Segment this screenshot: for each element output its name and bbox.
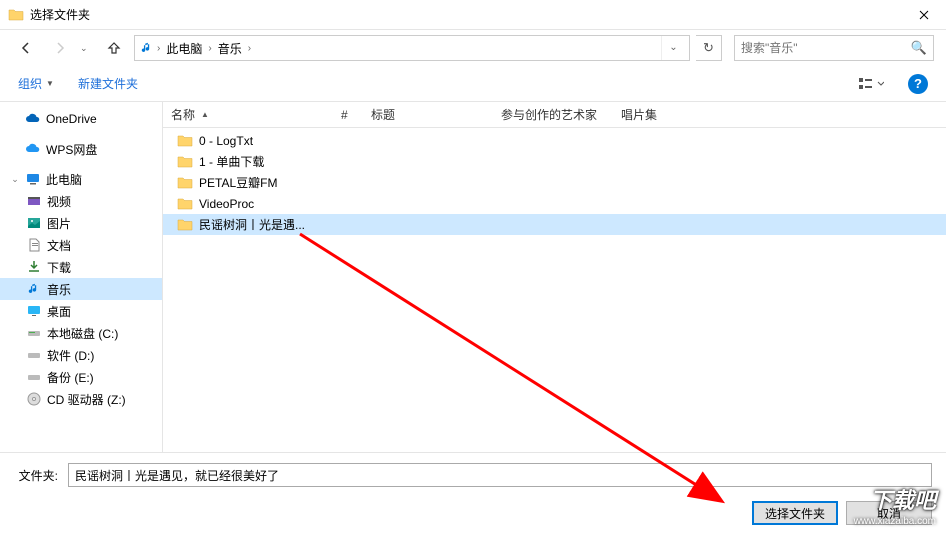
file-row-selected[interactable]: 民谣树洞丨光是遇... [163,214,946,235]
chevron-right-icon: › [246,43,253,54]
video-icon [26,193,42,209]
folder-label: 文件夹: [14,467,58,484]
address-bar[interactable]: › 此电脑 › 音乐 › ⌄ [134,35,690,61]
back-button[interactable] [12,34,40,62]
tree-label: 此电脑 [46,171,82,188]
computer-icon [25,171,41,187]
address-dropdown[interactable]: ⌄ [661,36,685,60]
drive-icon [26,325,42,341]
file-row[interactable]: VideoProc [163,193,946,214]
up-button[interactable] [100,34,128,62]
documents-icon [26,237,42,253]
tree-label: 音乐 [47,281,71,298]
tree-drive-c[interactable]: 本地磁盘 (C:) [0,322,162,344]
music-icon [139,40,155,56]
file-name: PETAL豆瓣FM [199,174,277,191]
tree-onedrive[interactable]: OneDrive [0,108,162,130]
tree-music[interactable]: 音乐 [0,278,162,300]
file-name: 1 - 单曲下载 [199,153,264,170]
organize-menu[interactable]: 组织 ▼ [18,75,54,92]
select-folder-button[interactable]: 选择文件夹 [752,501,838,525]
breadcrumb-thispc[interactable]: 此电脑 [162,40,206,57]
new-folder-label: 新建文件夹 [78,75,138,92]
column-artist[interactable]: 参与创作的艺术家 [493,106,613,123]
tree-label: 软件 (D:) [47,347,94,364]
help-button[interactable]: ? [908,74,928,94]
chevron-right-icon: › [206,43,213,54]
refresh-button[interactable]: ↻ [696,35,722,61]
forward-button[interactable] [46,34,74,62]
tree-drive-e[interactable]: 备份 (E:) [0,366,162,388]
tree-label: 桌面 [47,303,71,320]
column-num[interactable]: # [333,108,363,122]
drive-icon [26,369,42,385]
titlebar: 选择文件夹 [0,0,946,30]
drive-icon [26,347,42,363]
chevron-down-icon: ⌄ [10,174,20,185]
view-options[interactable] [858,76,884,92]
tree-thispc[interactable]: ⌄ 此电脑 [0,168,162,190]
tree-pictures[interactable]: 图片 [0,212,162,234]
column-album[interactable]: 唱片集 [613,106,946,123]
tree-label: OneDrive [46,112,97,126]
downloads-icon [26,259,42,275]
file-list: 0 - LogTxt 1 - 单曲下载 PETAL豆瓣FM VideoProc … [163,128,946,452]
navbar: ⌄ › 此电脑 › 音乐 › ⌄ ↻ 🔍 [0,30,946,66]
music-icon [26,281,42,297]
tree-label: 文档 [47,237,71,254]
tree-label: 备份 (E:) [47,369,94,386]
column-headers: 名称 ▲ # 标题 参与创作的艺术家 唱片集 [163,102,946,128]
file-row[interactable]: PETAL豆瓣FM [163,172,946,193]
cloud-icon [25,141,41,157]
cloud-icon [25,111,41,127]
close-button[interactable] [902,0,946,30]
folder-input[interactable] [68,463,932,487]
tree-desktop[interactable]: 桌面 [0,300,162,322]
chevron-down-icon: ▼ [46,79,54,88]
search-input[interactable] [741,41,911,55]
chevron-right-icon: › [155,43,162,54]
file-row[interactable]: 0 - LogTxt [163,130,946,151]
tree-wps[interactable]: WPS网盘 [0,138,162,160]
search-box[interactable]: 🔍 [734,35,934,61]
tree-label: 本地磁盘 (C:) [47,325,118,342]
sort-asc-icon: ▲ [201,110,209,119]
search-icon[interactable]: 🔍 [911,40,927,56]
watermark-url: www.xiazaiba.com [854,516,936,527]
tree-video[interactable]: 视频 [0,190,162,212]
file-row[interactable]: 1 - 单曲下载 [163,151,946,172]
tree-label: CD 驱动器 (Z:) [47,391,126,408]
desktop-icon [26,303,42,319]
tree-downloads[interactable]: 下载 [0,256,162,278]
new-folder-button[interactable]: 新建文件夹 [78,75,138,92]
toolbar: 组织 ▼ 新建文件夹 ? [0,66,946,102]
tree-label: 图片 [47,215,71,232]
tree-label: 下载 [47,259,71,276]
tree-label: WPS网盘 [46,141,97,158]
organize-label: 组织 [18,75,42,92]
cd-icon [26,391,42,407]
pictures-icon [26,215,42,231]
bottom-panel: 文件夹: 选择文件夹 取消 [0,452,946,535]
nav-tree: OneDrive WPS网盘 ⌄ 此电脑 视频 图片 文档 下载 [0,102,163,452]
file-name: VideoProc [199,197,254,211]
window-title: 选择文件夹 [30,6,902,23]
tree-cd-drive[interactable]: CD 驱动器 (Z:) [0,388,162,410]
column-name[interactable]: 名称 ▲ [163,106,333,123]
file-pane: 名称 ▲ # 标题 参与创作的艺术家 唱片集 0 - LogTxt 1 - 单曲… [163,102,946,452]
breadcrumb-music[interactable]: 音乐 [214,40,246,57]
tree-documents[interactable]: 文档 [0,234,162,256]
watermark: 下载吧 [870,483,936,515]
folder-icon [8,7,24,23]
history-dropdown[interactable]: ⌄ [80,43,94,54]
file-name: 0 - LogTxt [199,134,253,148]
file-name: 民谣树洞丨光是遇... [199,216,305,233]
column-title[interactable]: 标题 [363,106,493,123]
tree-drive-d[interactable]: 软件 (D:) [0,344,162,366]
body-area: OneDrive WPS网盘 ⌄ 此电脑 视频 图片 文档 下载 [0,102,946,452]
tree-label: 视频 [47,193,71,210]
